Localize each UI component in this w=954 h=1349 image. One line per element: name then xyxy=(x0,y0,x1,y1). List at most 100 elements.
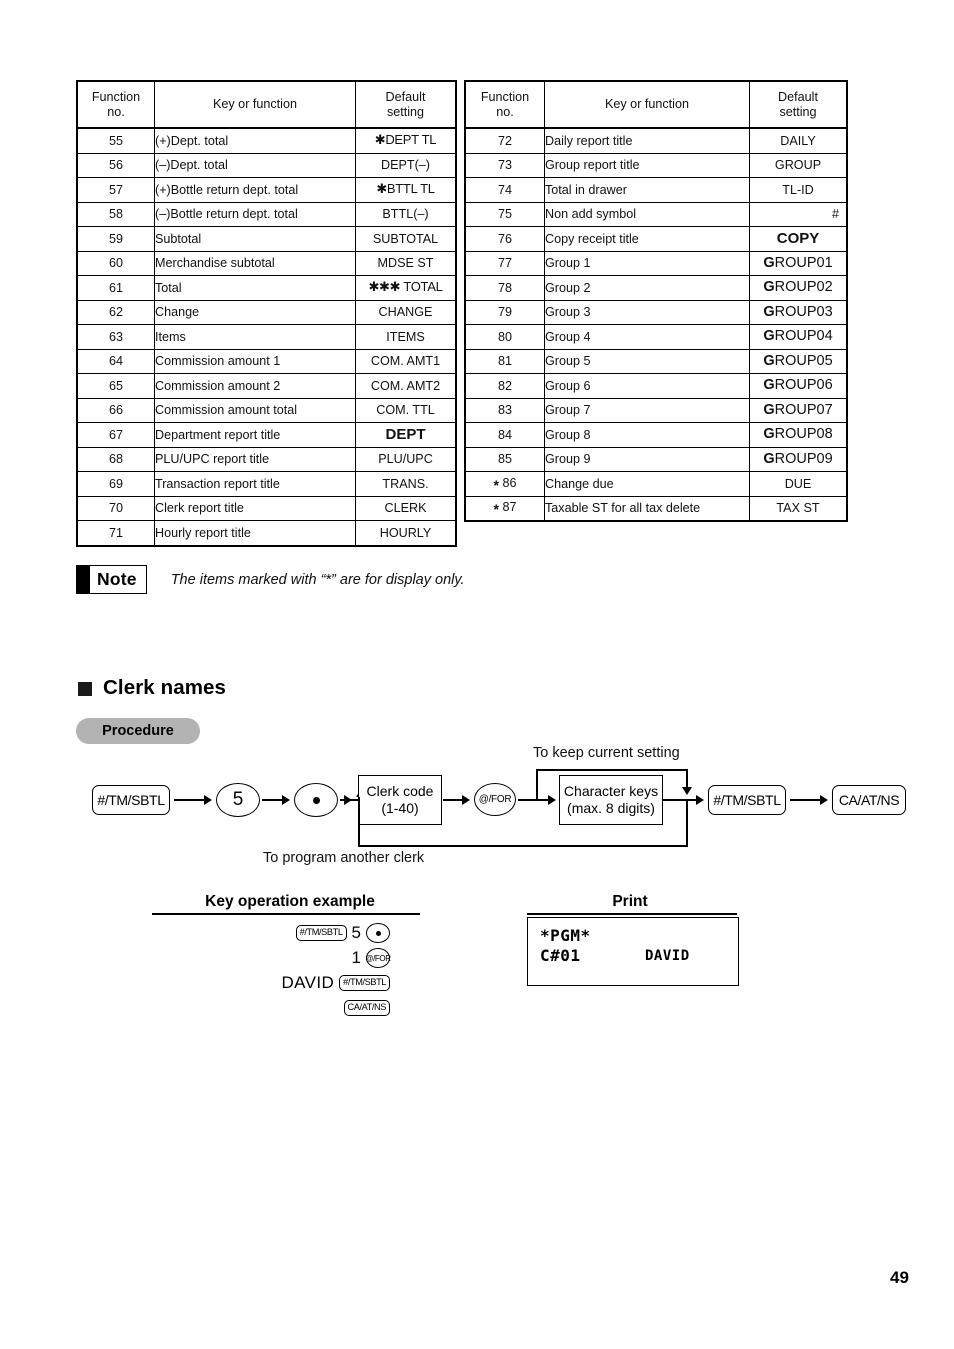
function-no-value: 69 xyxy=(108,476,123,491)
flow-arrow-icon xyxy=(344,795,352,805)
default-setting-cell: COM. AMT1 xyxy=(355,348,457,374)
flow-key-at-for[interactable]: @/FOR xyxy=(474,783,516,816)
flow-key-tmsbtl-2[interactable]: #/TM/SBTL xyxy=(708,785,786,815)
function-no-cell: 84 xyxy=(464,422,545,448)
default-setting-value: GROUP01 xyxy=(763,254,833,271)
key-or-function-cell: Group 1 xyxy=(544,250,750,276)
key-or-function-cell: PLU/UPC report title xyxy=(154,446,356,472)
function-no-value: 77 xyxy=(497,256,512,271)
flow-key-tmsbtl-1[interactable]: #/TM/SBTL xyxy=(92,785,170,815)
flow-connector xyxy=(790,799,822,801)
function-no-value: 86 xyxy=(502,475,517,490)
function-no-cell: * 86 xyxy=(464,471,545,497)
default-setting-cell: GROUP07 xyxy=(749,397,848,423)
table-row: 61 Total ✱✱✱ TOTAL xyxy=(76,275,457,301)
function-no-cell: 73 xyxy=(464,152,545,178)
key-or-function-cell: Group 5 xyxy=(544,348,750,374)
note-label: Note xyxy=(97,569,137,589)
flow-connector xyxy=(536,769,538,801)
function-no-value: 67 xyxy=(108,427,123,442)
default-setting-cell: GROUP04 xyxy=(749,324,848,350)
function-no-cell: 57 xyxy=(76,177,155,203)
table-row: 59 Subtotal SUBTOTAL xyxy=(76,226,457,252)
default-setting-cell: ✱DEPT TL xyxy=(355,127,457,154)
table-row: 77 Group 1 GROUP01 xyxy=(464,250,848,276)
default-setting-cell: SUBTOTAL xyxy=(355,226,457,252)
function-no-cell: 82 xyxy=(464,373,545,399)
table-row: * 86 Change due DUE xyxy=(464,471,848,497)
function-no-cell: 83 xyxy=(464,397,545,423)
table-row: 69 Transaction report title TRANS. xyxy=(76,471,457,497)
key-or-function-cell: Group 4 xyxy=(544,324,750,350)
key-or-function-cell: Group 6 xyxy=(544,373,750,399)
note-block: Note The items marked with “*” are for d… xyxy=(76,565,465,594)
key-or-function-cell: Commission amount 2 xyxy=(154,373,356,399)
table-row: 60 Merchandise subtotal MDSE ST xyxy=(76,250,457,276)
key-or-function-cell: Group 2 xyxy=(544,275,750,301)
function-no-cell: 85 xyxy=(464,446,545,472)
default-setting-value: CHANGE xyxy=(378,305,433,320)
default-setting-value: ✱✱✱ TOTAL xyxy=(368,279,443,295)
function-no-value: 83 xyxy=(497,403,512,418)
default-setting-value: GROUP09 xyxy=(763,450,833,467)
table-header-row: Function no. Key or function Default set… xyxy=(464,80,848,129)
flow-arrow-icon xyxy=(696,795,704,805)
key-or-function-cell: Group 8 xyxy=(544,422,750,448)
key-operation-example-heading: Key operation example xyxy=(205,893,375,910)
example-keycap[interactable]: CA/AT/NS xyxy=(343,1000,390,1016)
default-setting-value: GROUP02 xyxy=(763,279,833,296)
key-operation-line: DAVID #/TM/SBTL xyxy=(200,972,390,994)
key-or-function-cell: Transaction report title xyxy=(154,471,356,497)
default-setting-cell: TRANS. xyxy=(355,471,457,497)
function-no-value: 81 xyxy=(497,354,512,369)
column-header-key-or-function: Key or function xyxy=(544,80,750,129)
example-keycap[interactable]: #/TM/SBTL xyxy=(339,975,390,991)
function-no-cell: 55 xyxy=(76,127,155,154)
default-setting-cell: PLU/UPC xyxy=(355,446,457,472)
function-no-cell: 76 xyxy=(464,226,545,252)
function-no-cell: 70 xyxy=(76,495,155,521)
key-or-function-cell: (+)Bottle return dept. total xyxy=(154,177,356,203)
print-heading-rule xyxy=(527,913,737,915)
note-text: The items marked with “*” are for displa… xyxy=(170,571,465,588)
function-no-cell: * 87 xyxy=(464,495,545,522)
table-row: 58 (–)Bottle return dept. total BTTL(–) xyxy=(76,201,457,227)
default-setting-value: TRANS. xyxy=(382,476,429,491)
key-or-function-cell: Taxable ST for all tax delete xyxy=(544,495,750,522)
example-key-dot[interactable] xyxy=(366,923,390,943)
flow-key-dot[interactable] xyxy=(294,783,338,817)
key-or-function-cell: Group 3 xyxy=(544,299,750,325)
default-setting-cell: GROUP05 xyxy=(749,348,848,374)
table-row: 83 Group 7 GROUP07 xyxy=(464,397,848,423)
flow-key-five[interactable]: 5 xyxy=(216,783,260,817)
key-or-function-cell: Copy receipt title xyxy=(544,226,750,252)
default-setting-value: SUBTOTAL xyxy=(372,231,439,246)
default-setting-cell: DEPT(–) xyxy=(355,152,457,178)
example-heading-rule xyxy=(152,913,420,915)
default-setting-value: BTTL(–) xyxy=(382,207,429,222)
default-setting-cell: ✱BTTL TL xyxy=(355,177,457,203)
default-setting-value: # xyxy=(831,207,839,222)
function-no-cell: 66 xyxy=(76,397,155,423)
example-keycap[interactable]: #/TM/SBTL xyxy=(295,925,347,941)
function-no-value: 68 xyxy=(108,452,123,467)
flow-key-ca-at-ns[interactable]: CA/AT/NS xyxy=(832,785,906,815)
default-setting-value: CLERK xyxy=(384,501,427,516)
page-title: Clerk names xyxy=(103,676,227,699)
table-row: 56 (–)Dept. total DEPT(–) xyxy=(76,152,457,178)
function-no-value: 66 xyxy=(108,403,123,418)
receipt-title: *PGM* xyxy=(540,926,591,945)
function-no-value: 70 xyxy=(108,501,123,516)
default-setting-cell: DAILY xyxy=(749,127,848,154)
default-setting-cell: GROUP03 xyxy=(749,299,848,325)
table-row: 62 Change CHANGE xyxy=(76,299,457,325)
black-square-bullet-icon xyxy=(78,682,92,696)
table-row: 71 Hourly report title HOURLY xyxy=(76,520,457,546)
default-setting-value: TAX ST xyxy=(776,501,820,516)
default-setting-value: ✱BTTL TL xyxy=(376,181,435,197)
key-operation-line: CA/AT/NS xyxy=(200,997,390,1019)
example-key-at-for[interactable]: @/FOR xyxy=(365,948,391,968)
procedure-flow-diagram: #/TM/SBTL 5 Clerk code (1-40) @/FOR Char… xyxy=(0,745,954,875)
default-setting-cell: BTTL(–) xyxy=(355,201,457,227)
default-setting-cell: COPY xyxy=(749,226,848,252)
